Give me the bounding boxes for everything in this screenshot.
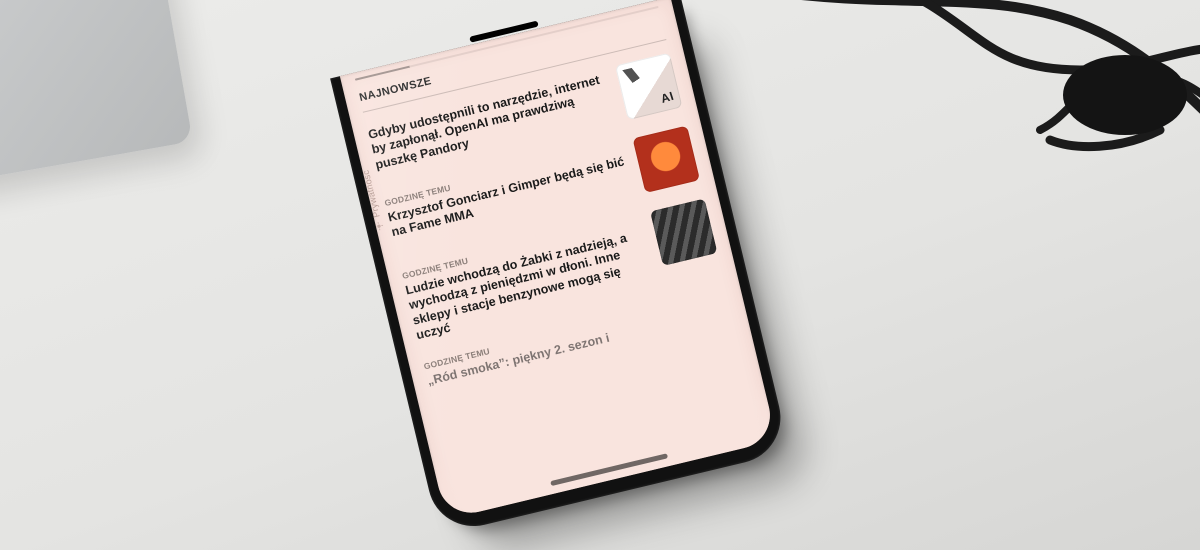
news-thumbnail <box>632 126 700 194</box>
photo-scene: Prywatność NAJNOWSZE Gdyby udostępnili t… <box>0 0 1200 550</box>
phone-screen[interactable]: Prywatność NAJNOWSZE Gdyby udostępnili t… <box>340 0 777 520</box>
home-indicator[interactable] <box>550 453 668 486</box>
screen-fade <box>432 382 777 520</box>
cable-bundle <box>720 0 1200 240</box>
news-thumbnail <box>615 53 683 121</box>
news-thumbnail <box>650 198 718 266</box>
laptop-corner <box>0 0 193 214</box>
